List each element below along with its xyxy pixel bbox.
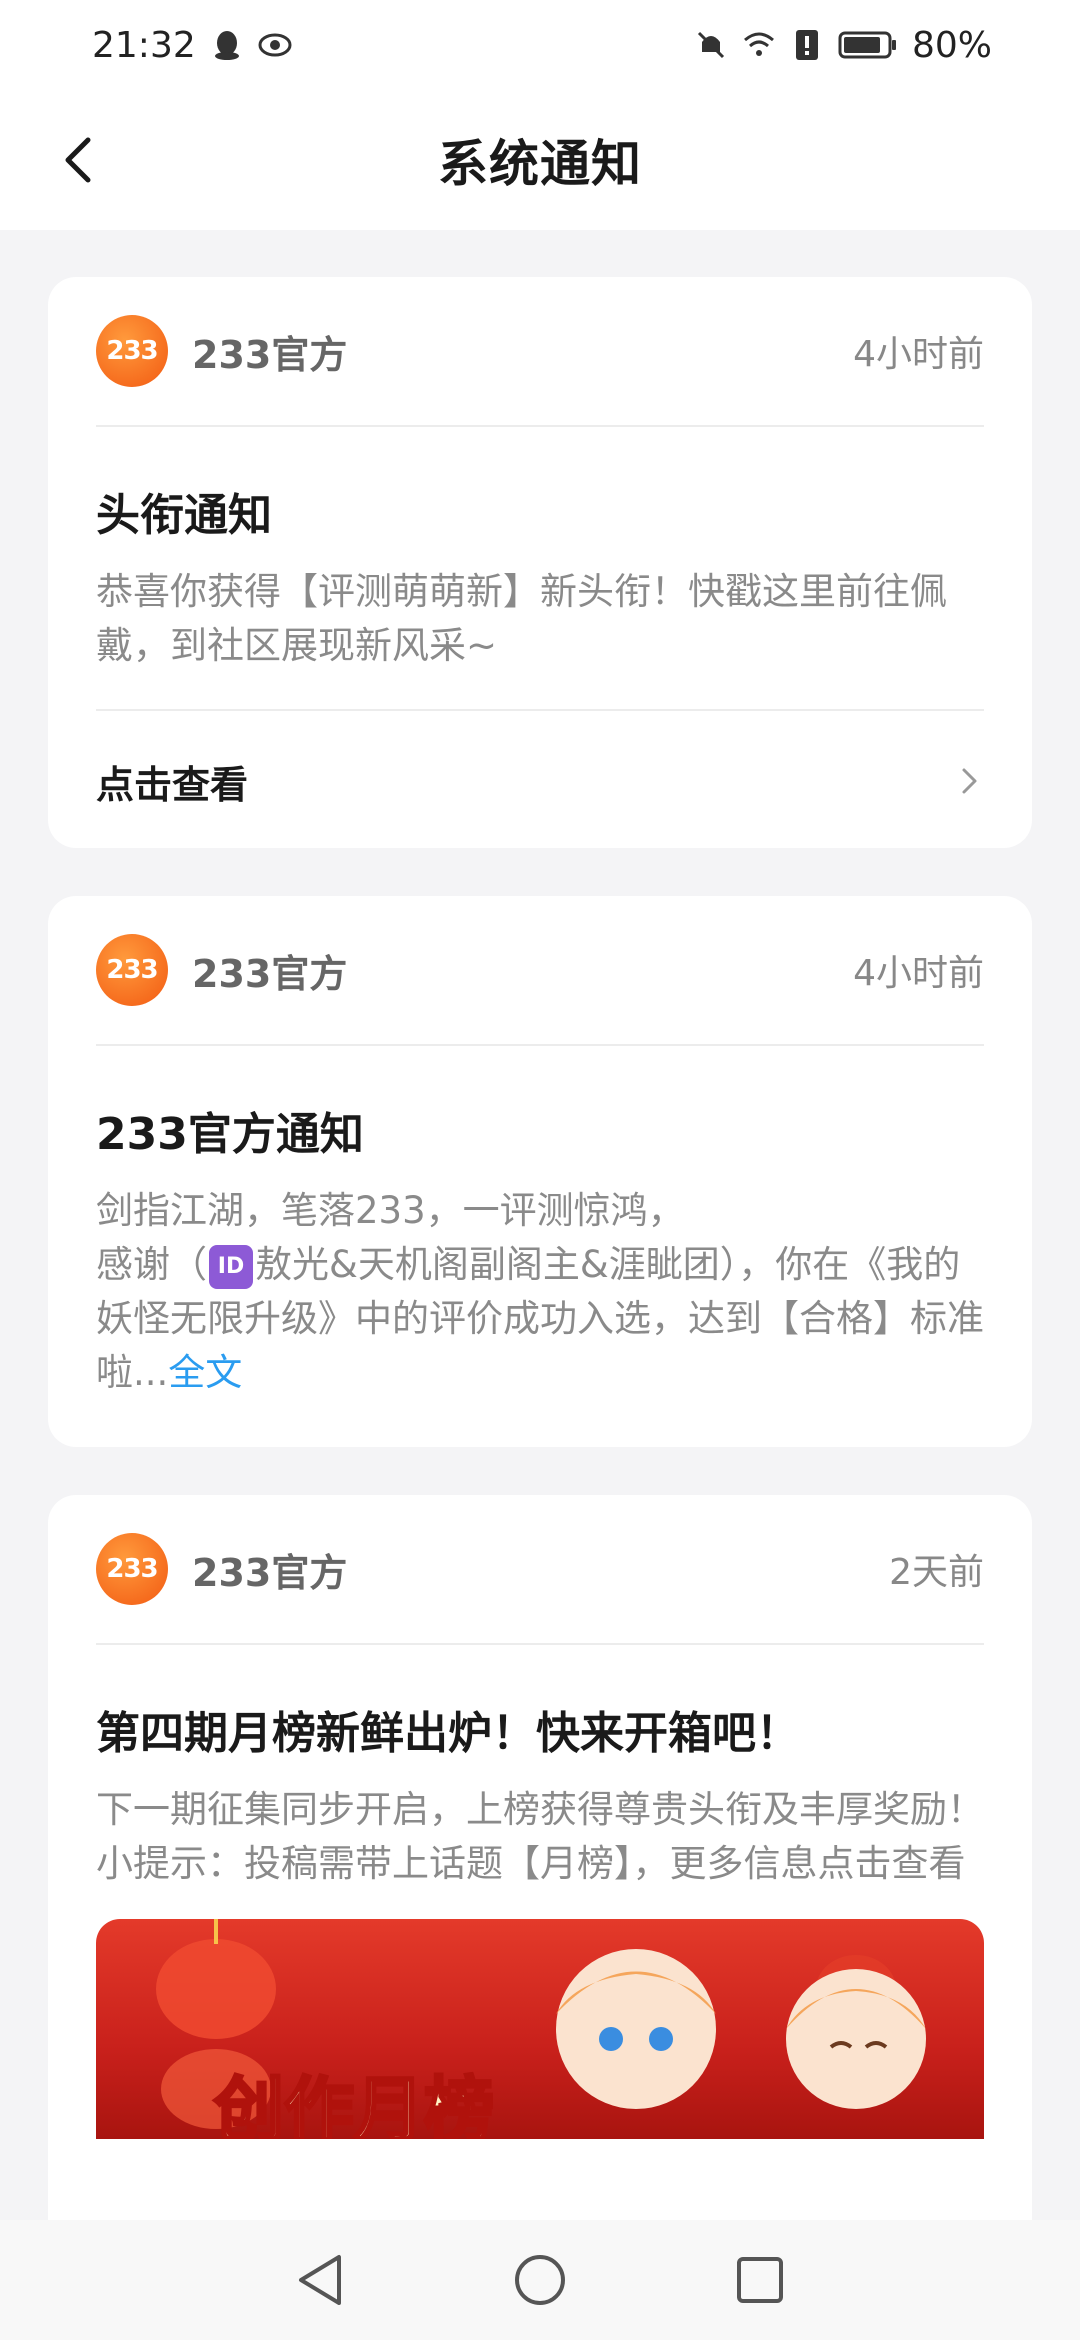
recents-square-icon [737,2257,783,2303]
timestamp: 4小时前 [853,953,984,994]
card-header: 233 233官方 4小时前 [96,277,984,427]
view-details-row[interactable]: 点击查看 [96,709,984,851]
status-right: 80% [694,25,992,66]
notification-card[interactable]: 233 233官方 4小时前 头衔通知 恭喜你获得【评测萌萌新】新头衔！快戳这里… [48,277,1032,848]
body-text: 感谢（ [96,1243,207,1286]
system-nav-bar [0,2220,1080,2340]
header: 系统通知 [0,90,1080,230]
timestamp: 2天前 [889,1552,984,1593]
banner-title: 创作月榜 [213,2071,494,2139]
sender-name[interactable]: 233官方 [192,324,347,379]
status-left: 21:32 [92,25,292,66]
page-title: 系统通知 [438,135,642,193]
card-title: 233官方通知 [96,1109,364,1160]
back-button[interactable] [48,130,108,190]
battery-percent: 80% [911,24,992,66]
body-line: 剑指江湖，笔落233，一评测惊鸿， [96,1189,685,1232]
banner-illustration: 创作月榜 [156,1919,926,2139]
body-paragraph: 感谢（ ID 敖光&天机阁副阁主&涯眦团），你在《我的妖怪无限升级》中的评价成功入选… [96,1238,984,1400]
status-time: 21:32 [92,24,196,66]
back-triangle-icon [299,2255,341,2305]
card-title: 头衔通知 [96,490,272,541]
card-title: 第四期月榜新鲜出炉！快来开箱吧！ [96,1708,800,1759]
sender-name[interactable]: 233官方 [192,1542,347,1597]
avatar[interactable]: 233 [96,934,168,1006]
card-body: 恭喜你获得【评测萌萌新】新头衔！快戳这里前往佩戴，到社区展现新风采~ [96,570,947,667]
home-circle-icon [515,2255,565,2305]
battery-icon [838,31,896,59]
timestamp: 4小时前 [853,334,984,375]
card-body: 下一期征集同步开启，上榜获得尊贵头衔及丰厚奖励！ 小提示：投稿需带上话题【月榜】… [96,1761,984,1919]
nav-back-button[interactable] [290,2250,350,2310]
avatar[interactable]: 233 [96,1533,168,1605]
card-body: 剑指江湖，笔落233，一评测惊鸿， 感谢（ ID 敖光&天机阁副阁主&涯眦团），你在… [96,1162,984,1436]
body-line: 小提示：投稿需带上话题【月榜】，更多信息点击查看 [96,1842,966,1885]
notification-card[interactable]: 233 233官方 4小时前 233官方通知 剑指江湖，笔落233，一评测惊鸿，… [48,896,1032,1447]
nav-recents-button[interactable] [730,2250,790,2310]
sender-name[interactable]: 233官方 [192,943,347,998]
eye-icon [258,33,292,57]
view-details-label: 点击查看 [96,762,249,807]
mute-icon [697,31,725,59]
notification-feed[interactable]: 233 233官方 4小时前 头衔通知 恭喜你获得【评测萌萌新】新头衔！快戳这里… [48,277,1032,2303]
card-header: 233 233官方 2天前 [96,1495,984,1645]
card-header: 233 233官方 4小时前 [96,896,984,1046]
promo-banner-image[interactable]: 创作月榜 [96,1919,984,2139]
notification-card[interactable]: 233 233官方 2天前 第四期月榜新鲜出炉！快来开箱吧！ 下一期征集同步开启… [48,1495,1032,2255]
wifi-icon [744,32,774,56]
body-line: 下一期征集同步开启，上榜获得尊贵头衔及丰厚奖励！ [96,1788,984,1831]
qq-penguin-icon [214,31,239,60]
chevron-right-icon [962,768,977,794]
alert-icon [795,30,818,60]
nav-home-button[interactable] [510,2250,570,2310]
full-text-link[interactable]: 全文 [168,1351,242,1394]
avatar[interactable]: 233 [96,315,168,387]
id-badge-icon: ID [209,1244,253,1289]
status-bar: 21:32 80% [0,0,1080,90]
chevron-left-icon [65,137,91,183]
